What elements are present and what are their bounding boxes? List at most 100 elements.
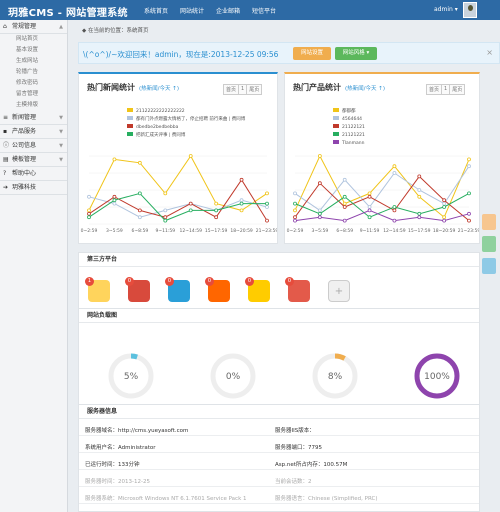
- sidebar-item-basic-settings[interactable]: 基本设置: [0, 45, 67, 56]
- notification-badge: 0: [245, 277, 254, 286]
- mail-icon[interactable]: 1: [85, 277, 110, 302]
- gauge-ring: 100%: [414, 353, 460, 399]
- data-point: [87, 194, 91, 199]
- nav-home[interactable]: 系统首页: [138, 0, 174, 20]
- data-point: [392, 208, 397, 213]
- data-point: [417, 188, 422, 192]
- top-nav: 系统首页 网站统计 企业邮箱 短信平台: [138, 0, 282, 20]
- breadcrumb-text: 在当前的位置：系统首页: [87, 28, 149, 34]
- site-style-button[interactable]: 网站风格 ▾: [335, 47, 377, 60]
- user-menu[interactable]: admin ▾: [434, 6, 458, 13]
- data-point: [367, 208, 372, 213]
- tencent-weibo-icon[interactable]: 0: [165, 277, 190, 302]
- server-info-left: 系统用户名：Administrator: [85, 445, 156, 451]
- x-tick-label: 15~17:59: [408, 228, 431, 234]
- legend-label: 都都都: [342, 108, 356, 114]
- legend-label: Tlanmann: [341, 140, 365, 146]
- legend-swatch: [333, 124, 339, 128]
- legend-swatch: [333, 132, 339, 136]
- menu-group-label: 产品服务: [12, 128, 37, 135]
- gauge-ring: 5%: [108, 353, 154, 399]
- close-icon[interactable]: ×: [486, 48, 493, 57]
- data-point: [239, 198, 244, 203]
- taobao-icon[interactable]: 0: [205, 277, 230, 302]
- data-point: [442, 205, 447, 209]
- data-point: [317, 208, 322, 213]
- sidebar-item-generate-site[interactable]: 生成网站: [0, 56, 67, 67]
- gauge-ring: 0%: [210, 353, 256, 399]
- x-tick-label: 12~14:59: [179, 228, 202, 234]
- chevron-down-icon: ▼: [59, 143, 63, 149]
- float-save-button[interactable]: [482, 236, 496, 252]
- nav-mail[interactable]: 企业邮箱: [210, 0, 246, 20]
- float-top-button[interactable]: [482, 214, 496, 230]
- weibo-icon[interactable]: 0: [125, 277, 150, 302]
- gauge-value: 5%: [124, 372, 139, 382]
- data-point: [239, 177, 244, 182]
- legend-label: 21122222222222222: [136, 108, 185, 114]
- main-content: ◆ 在当前的位置：系统首页 \(^o^)/~欢迎回来！admin，现在是:201…: [70, 20, 500, 512]
- data-point: [293, 208, 297, 213]
- data-point: [87, 215, 91, 220]
- server-title: 服务器信息: [79, 405, 479, 419]
- sina-icon[interactable]: 0: [285, 277, 310, 302]
- welcome-text: \(^o^)/~欢迎回来！admin，现在是:2013-12-25 09:56: [83, 50, 279, 59]
- x-tick-label: 3~5:59: [311, 228, 328, 234]
- data-point: [163, 191, 168, 196]
- sidebar-item-carousel[interactable]: 轮播广告: [0, 67, 67, 78]
- menu-group-templates[interactable]: ▤ 模板管理 ▼: [0, 153, 67, 167]
- legend-label: 把新汇成天评事 | 费同博: [136, 131, 186, 138]
- menu-group-company[interactable]: ⓘ 公司信息 ▼: [0, 139, 67, 153]
- data-point: [392, 171, 397, 175]
- menu-group-general[interactable]: ⌂ 常规管理 ▲: [0, 20, 67, 34]
- data-point: [317, 211, 322, 216]
- menu-group-products[interactable]: ▪ 产品服务 ▼: [0, 125, 67, 139]
- data-point: [417, 194, 422, 199]
- gauge-value: 100%: [424, 372, 450, 382]
- add-icon[interactable]: +: [328, 280, 350, 302]
- data-point: [265, 191, 269, 196]
- sidebar-item-password[interactable]: 修改密码: [0, 78, 67, 89]
- avatar[interactable]: [463, 2, 477, 18]
- notification-badge: 0: [125, 277, 134, 286]
- nav-stats[interactable]: 网站统计: [174, 0, 210, 20]
- sidebar-item-home[interactable]: 网站首页: [0, 34, 67, 45]
- data-point: [265, 201, 269, 206]
- sidebar-item-messages[interactable]: 留言管理: [0, 89, 67, 100]
- data-point: [392, 205, 397, 209]
- app-logo[interactable]: 玥雅CMS - 网站管理系统: [8, 4, 128, 19]
- legend-label: dbedbe2bedbebba: [136, 124, 179, 130]
- data-point: [342, 201, 347, 206]
- menu-group-news[interactable]: ≡ 新闻管理 ▼: [0, 111, 67, 125]
- x-tick-label: 3~5:59: [106, 228, 123, 234]
- product-stats-title: 热门产品统计: [293, 83, 341, 92]
- data-point: [467, 211, 471, 216]
- welcome-banner: \(^o^)/~欢迎回来！admin，现在是:2013-12-25 09:56 …: [78, 42, 500, 64]
- legend-label: 21122121: [342, 124, 365, 130]
- breadcrumb: ◆ 在当前的位置：系统首页: [82, 26, 149, 34]
- data-point: [367, 215, 372, 220]
- sidebar-item-layout[interactable]: 主模排版: [0, 100, 67, 111]
- legend-swatch: [127, 116, 133, 120]
- site-settings-button[interactable]: 网站设置: [293, 47, 331, 60]
- news-stats-subtitle[interactable]: (热新闻/今天 ↑): [139, 86, 179, 92]
- data-point: [442, 198, 447, 203]
- data-point: [188, 208, 193, 213]
- template-icon: ▤: [3, 156, 9, 163]
- chevron-down-icon: ▼: [59, 157, 63, 163]
- load-panel: 网站负载图 5%内存使用量0%数据库使用量8%空间使用量100%网站生成进度: [78, 308, 480, 416]
- menu-group-help[interactable]: ? 帮助中心: [0, 167, 67, 181]
- data-point: [214, 208, 219, 213]
- data-point: [137, 215, 142, 220]
- data-point: [163, 218, 168, 223]
- nav-sms[interactable]: 短信平台: [246, 0, 282, 20]
- data-point: [87, 211, 91, 216]
- x-tick-label: 18~20:59: [433, 228, 456, 234]
- menu-group-yueya[interactable]: ➔ 玥雅科技: [0, 181, 67, 195]
- product-stats-subtitle[interactable]: (热新闻/今天 ↑): [345, 86, 385, 92]
- tmall-icon[interactable]: 0: [245, 277, 270, 302]
- data-point: [392, 164, 397, 169]
- server-info-left: 服务器系统：Microsoft Windows NT 6.1.7601 Serv…: [85, 496, 247, 502]
- data-point: [293, 201, 297, 206]
- float-chat-button[interactable]: [482, 258, 496, 274]
